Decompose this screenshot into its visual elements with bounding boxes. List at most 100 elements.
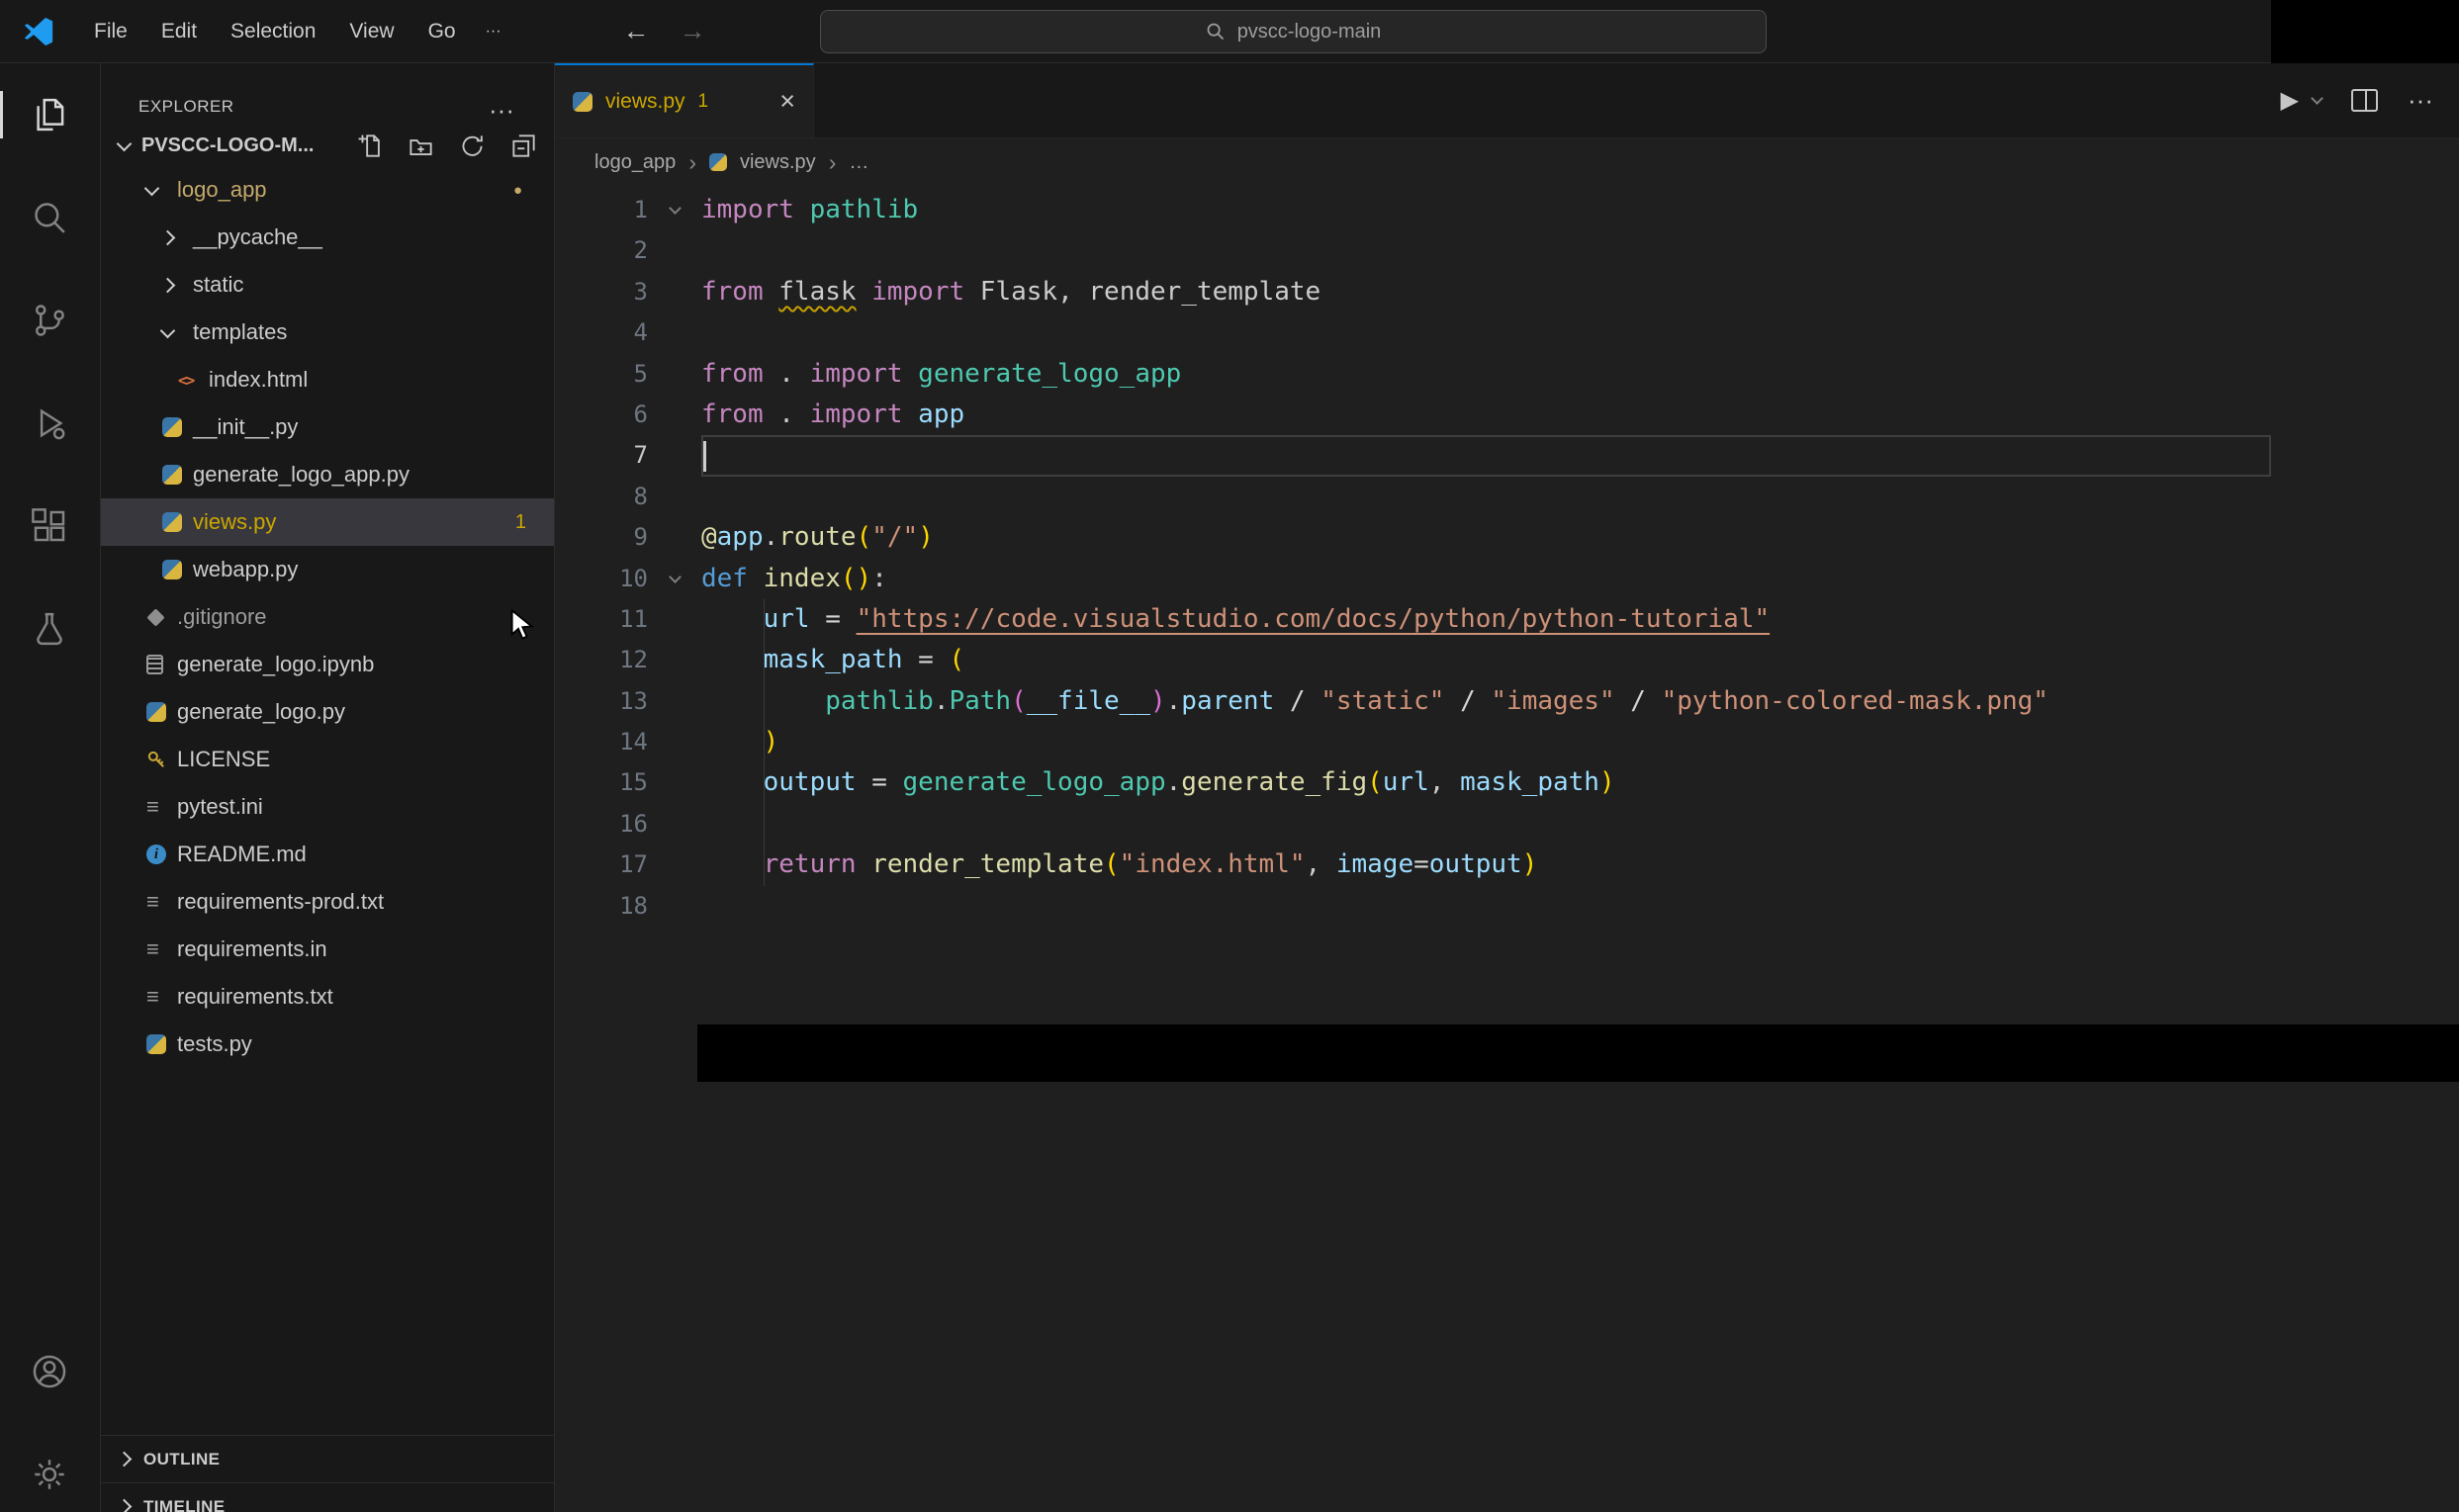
- code-line-3[interactable]: 3 from flask import Flask, render_templat…: [555, 272, 2459, 312]
- code-line-1[interactable]: 1 import pathlib: [555, 190, 2459, 230]
- tree-item-templates[interactable]: templates: [101, 309, 554, 356]
- outline-section-header[interactable]: OUTLINE: [101, 1435, 554, 1482]
- line-number[interactable]: 11: [555, 599, 648, 640]
- refresh-icon[interactable]: [460, 133, 485, 158]
- tree-item-label: requirements.txt: [177, 984, 333, 1009]
- tree-item-tests.py[interactable]: tests.py: [101, 1021, 554, 1068]
- menu-item-edit[interactable]: Edit: [146, 14, 212, 49]
- code-editor[interactable]: 1 import pathlib 2 3 from flask import Flask…: [555, 186, 2459, 1512]
- line-number[interactable]: 7: [555, 435, 648, 476]
- menu-item-view[interactable]: View: [334, 14, 409, 49]
- tree-item-label: __pycache__: [193, 224, 322, 249]
- timeline-section-header[interactable]: TIMELINE: [101, 1482, 554, 1512]
- code-line-6[interactable]: 6 from . import app: [555, 395, 2459, 435]
- tree-item-requirements-prod.txt[interactable]: ≡ requirements-prod.txt: [101, 878, 554, 926]
- code-line-17[interactable]: 17 return render_template("index.html", …: [555, 845, 2459, 885]
- tree-item-LICENSE[interactable]: LICENSE: [101, 736, 554, 783]
- menu-item-selection[interactable]: Selection: [216, 14, 330, 49]
- tree-item-pytest.ini[interactable]: ≡ pytest.ini: [101, 783, 554, 831]
- tree-item-views.py[interactable]: views.py 1: [101, 498, 554, 546]
- tree-item-.gitignore[interactable]: .gitignore: [101, 593, 554, 641]
- collapse-all-icon[interactable]: [511, 133, 536, 158]
- new-folder-icon[interactable]: [409, 133, 433, 158]
- tree-item-requirements.txt[interactable]: ≡ requirements.txt: [101, 973, 554, 1021]
- tab-views-py[interactable]: views.py 1 ×: [555, 63, 814, 137]
- back-button[interactable]: ←: [623, 16, 650, 46]
- line-number[interactable]: 16: [555, 804, 648, 845]
- breadcrumb-folder[interactable]: logo_app: [594, 151, 676, 174]
- search-icon: [1207, 23, 1224, 41]
- project-root-row[interactable]: PVSCC-LOGO-M...: [101, 125, 554, 166]
- code-line-18[interactable]: 18: [555, 886, 2459, 927]
- tree-item-static[interactable]: static: [101, 261, 554, 309]
- activity-settings[interactable]: [0, 1423, 99, 1512]
- tree-item-__init__.py[interactable]: __init__.py: [101, 403, 554, 451]
- line-number[interactable]: 3: [555, 272, 648, 312]
- tree-item-generate_logo.py[interactable]: generate_logo.py: [101, 688, 554, 736]
- code-line-5[interactable]: 5 from . import generate_logo_app: [555, 354, 2459, 395]
- line-number[interactable]: 4: [555, 312, 648, 353]
- breadcrumb: logo_app › views.py › …: [555, 138, 2459, 186]
- code-line-8[interactable]: 8: [555, 477, 2459, 517]
- code-line-4[interactable]: 4: [555, 312, 2459, 353]
- activity-explorer[interactable]: [0, 63, 99, 166]
- fold-chevron-icon[interactable]: [668, 570, 682, 583]
- tree-item-generate_logo.ipynb[interactable]: generate_logo.ipynb: [101, 641, 554, 688]
- tree-item-README.md[interactable]: i README.md: [101, 831, 554, 878]
- activity-extensions[interactable]: [0, 475, 99, 578]
- tree-item-index.html[interactable]: <> index.html: [101, 356, 554, 403]
- split-editor-button[interactable]: [2351, 89, 2379, 112]
- tree-item-requirements.in[interactable]: ≡ requirements.in: [101, 926, 554, 973]
- menubar-more-button[interactable]: ···: [471, 17, 516, 46]
- menu-item-file[interactable]: File: [79, 14, 142, 49]
- code-line-15[interactable]: 15 output = generate_logo_app.generate_f…: [555, 762, 2459, 803]
- code-line-11[interactable]: 11 url = "https://code.visualstudio.com/…: [555, 599, 2459, 640]
- run-button[interactable]: ▶: [2281, 86, 2299, 115]
- code-line-2[interactable]: 2: [555, 230, 2459, 271]
- tree-item-label: templates: [193, 319, 288, 344]
- code-line-10[interactable]: 10 def index():: [555, 559, 2459, 599]
- tree-item-logo_app[interactable]: logo_app ●: [101, 166, 554, 214]
- tree-item-label: generate_logo_app.py: [193, 462, 410, 487]
- chevron-right-icon: [159, 229, 176, 245]
- breadcrumb-symbol[interactable]: …: [849, 151, 868, 174]
- mouse-pointer-icon: [508, 608, 538, 648]
- line-number[interactable]: 14: [555, 722, 648, 762]
- editor-more-button[interactable]: ···: [2408, 85, 2433, 116]
- line-number[interactable]: 17: [555, 845, 648, 885]
- command-center-search[interactable]: pvscc-logo-main: [820, 10, 1767, 53]
- breadcrumb-file[interactable]: views.py: [740, 151, 816, 174]
- close-icon[interactable]: ×: [779, 86, 795, 117]
- code-line-12[interactable]: 12 mask_path = (: [555, 640, 2459, 680]
- code-line-9[interactable]: 9 @app.route("/"): [555, 517, 2459, 558]
- menu-item-go[interactable]: Go: [413, 14, 471, 49]
- line-number[interactable]: 5: [555, 354, 648, 395]
- line-number[interactable]: 10: [555, 559, 648, 599]
- forward-button[interactable]: →: [680, 16, 706, 46]
- activity-testing[interactable]: [0, 578, 99, 680]
- activity-run-debug[interactable]: [0, 372, 99, 475]
- activity-search[interactable]: [0, 166, 99, 269]
- code-line-13[interactable]: 13 pathlib.Path(__file__).parent / "stat…: [555, 681, 2459, 722]
- line-number[interactable]: 12: [555, 640, 648, 680]
- python-file-icon: [146, 702, 166, 722]
- line-number[interactable]: 2: [555, 230, 648, 271]
- tree-item-webapp.py[interactable]: webapp.py: [101, 546, 554, 593]
- line-number[interactable]: 15: [555, 762, 648, 803]
- line-number[interactable]: 9: [555, 517, 648, 558]
- fold-chevron-icon[interactable]: [668, 202, 682, 216]
- tree-item-generate_logo_app.py[interactable]: generate_logo_app.py: [101, 451, 554, 498]
- activity-source-control[interactable]: [0, 269, 99, 372]
- code-line-16[interactable]: 16: [555, 804, 2459, 845]
- line-number[interactable]: 18: [555, 886, 648, 927]
- line-number[interactable]: 13: [555, 681, 648, 722]
- code-line-14[interactable]: 14 ): [555, 722, 2459, 762]
- explorer-more-button[interactable]: ···: [489, 97, 514, 123]
- line-number[interactable]: 1: [555, 190, 648, 230]
- new-file-icon[interactable]: [357, 133, 382, 158]
- line-number[interactable]: 8: [555, 477, 648, 517]
- run-dropdown-chevron-icon[interactable]: [2311, 92, 2323, 105]
- tree-item-__pycache__[interactable]: __pycache__: [101, 214, 554, 261]
- line-number[interactable]: 6: [555, 395, 648, 435]
- activity-account[interactable]: [0, 1320, 99, 1423]
